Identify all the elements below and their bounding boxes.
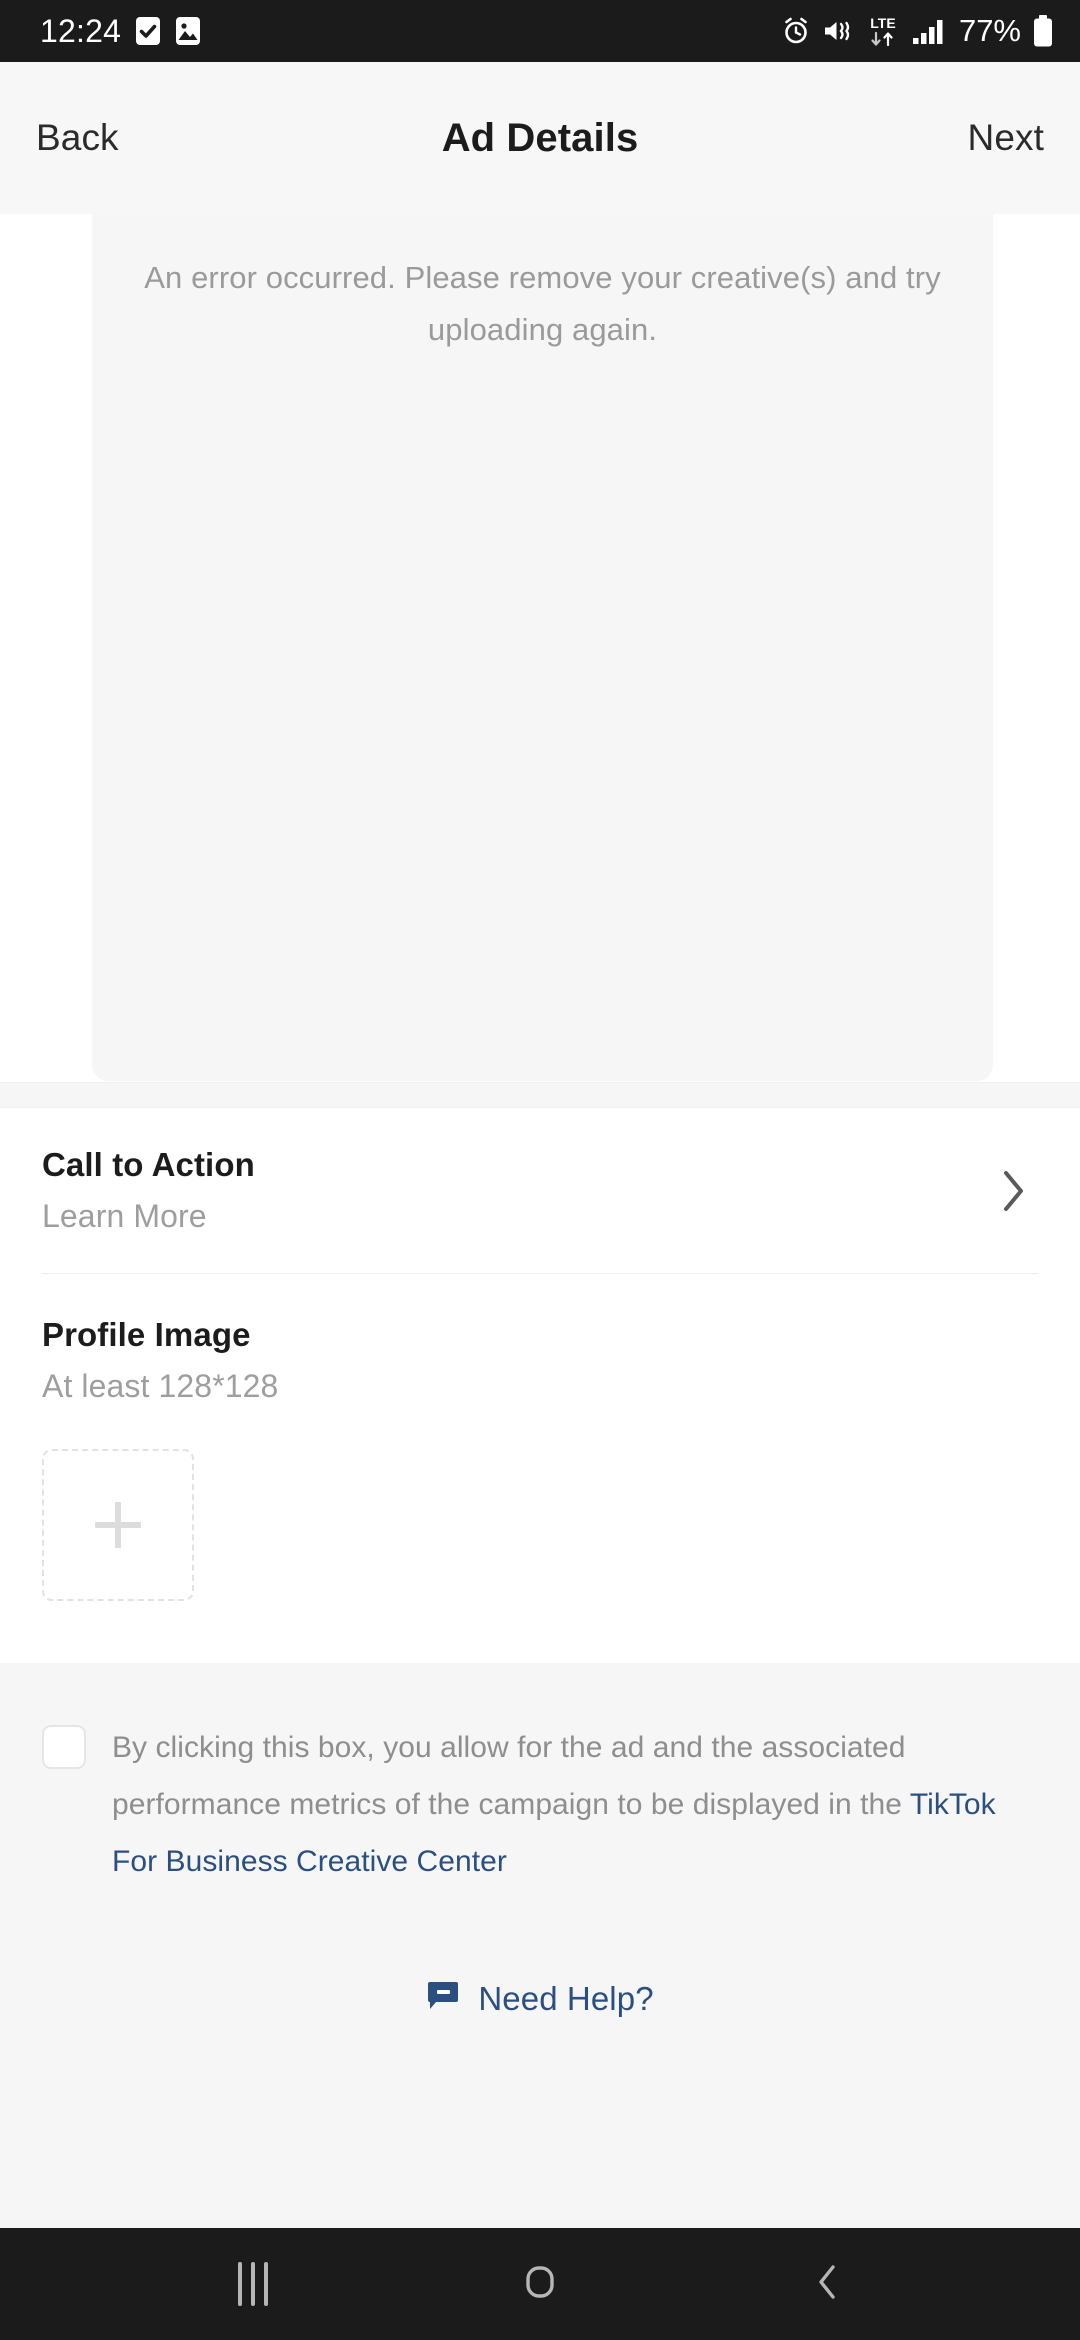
creative-preview-section: An error occurred. Please remove your cr…	[0, 214, 1080, 1082]
status-clock: 12:24	[40, 12, 122, 49]
app-header: Back Ad Details Next	[0, 62, 1080, 214]
creative-preview-card[interactable]: An error occurred. Please remove your cr…	[92, 214, 993, 1081]
home-icon	[516, 2258, 564, 2311]
recents-icon	[238, 2262, 269, 2306]
ad-form-block: Call to Action Learn More Profile Image …	[0, 1108, 1080, 1663]
section-divider-band	[0, 1082, 1080, 1108]
next-button[interactable]: Next	[968, 117, 1044, 159]
consent-text-body: By clicking this box, you allow for the …	[112, 1731, 910, 1821]
tasks-check-icon	[135, 16, 161, 46]
call-to-action-labels: Call to Action Learn More	[42, 1146, 255, 1235]
back-icon	[807, 2258, 847, 2311]
svg-text:LTE: LTE	[870, 15, 895, 31]
call-to-action-row[interactable]: Call to Action Learn More	[42, 1108, 1038, 1274]
profile-image-title: Profile Image	[42, 1316, 251, 1353]
page-title: Ad Details	[441, 115, 639, 160]
profile-image-hint: At least 128*128	[42, 1368, 279, 1404]
profile-image-section: Profile Image At least 128*128	[42, 1274, 1038, 1663]
signal-bars-icon	[912, 16, 946, 46]
call-to-action-value: Learn More	[42, 1198, 207, 1234]
consent-row[interactable]: By clicking this box, you allow for the …	[42, 1719, 1038, 1890]
chevron-right-icon[interactable]	[998, 1167, 1028, 1215]
chat-bubble-icon	[426, 1981, 460, 2018]
consent-text: By clicking this box, you allow for the …	[112, 1719, 1038, 1890]
call-to-action-title: Call to Action	[42, 1146, 255, 1183]
status-bar-right: LTE 77%	[781, 13, 1054, 49]
vibrate-mute-icon	[822, 16, 854, 46]
gallery-image-icon	[175, 16, 201, 46]
need-help-label: Need Help?	[478, 1980, 654, 2017]
scroll-content[interactable]: An error occurred. Please remove your cr…	[0, 214, 1080, 2228]
phone-screen: 12:24 LTE 77% Back Ad Details Next An er…	[0, 0, 1080, 2340]
footer-section: By clicking this box, you allow for the …	[0, 1663, 1080, 2228]
plus-icon	[95, 1502, 141, 1548]
nav-back-button[interactable]	[767, 2228, 887, 2340]
alarm-icon	[781, 16, 811, 46]
status-bar-left: 12:24	[40, 13, 201, 50]
consent-checkbox[interactable]	[42, 1725, 86, 1769]
home-button[interactable]	[480, 2228, 600, 2340]
android-nav-bar	[0, 2228, 1080, 2340]
battery-icon	[1032, 15, 1054, 47]
battery-percent-label: 77%	[958, 13, 1021, 48]
status-bar: 12:24 LTE 77%	[0, 0, 1080, 62]
need-help-button[interactable]: Need Help?	[42, 1980, 1038, 2018]
profile-image-upload-button[interactable]	[42, 1449, 194, 1601]
back-button[interactable]: Back	[36, 117, 119, 159]
recents-button[interactable]	[193, 2228, 313, 2340]
creative-error-message: An error occurred. Please remove your cr…	[144, 260, 941, 347]
lte-data-icon: LTE	[865, 14, 901, 48]
